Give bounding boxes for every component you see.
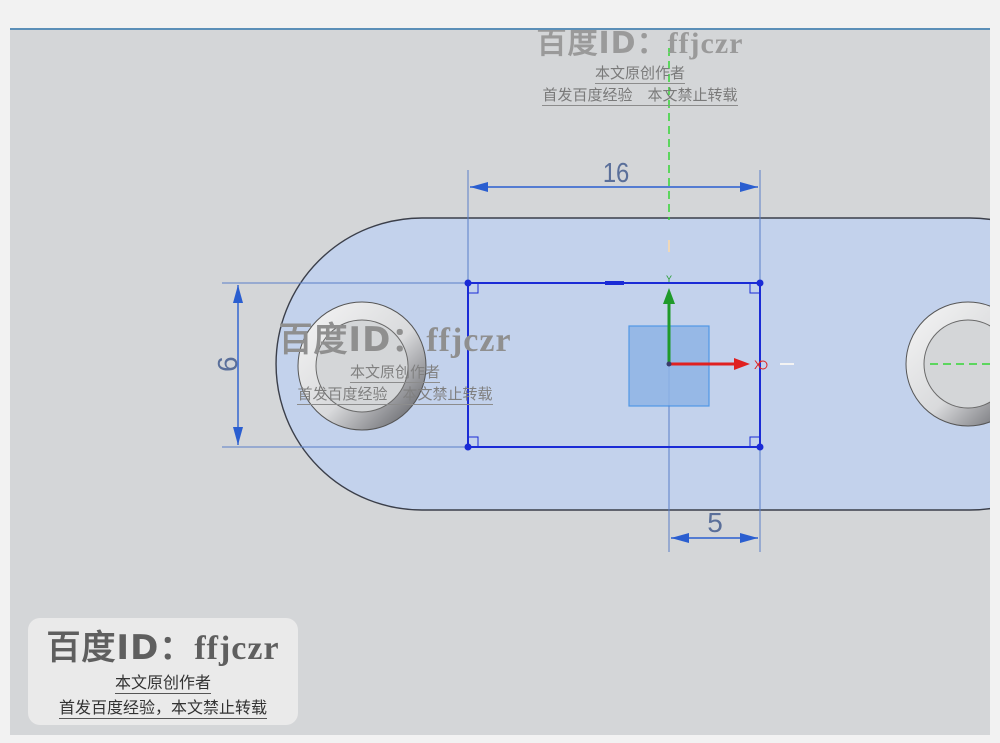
height-dimension-label[interactable]: 9 <box>212 356 243 372</box>
watermark-bottom-left: 百度ID：ffjczr 本文原创作者 首发百度经验，本文禁止转载 <box>28 618 298 725</box>
width-dimension-label[interactable]: 16 <box>603 156 629 188</box>
watermark-id: 百度ID：ffjczr <box>46 628 280 668</box>
watermark-id: 百度ID：ffjczr <box>278 320 512 360</box>
y-axis-label: Y <box>666 274 672 284</box>
watermark-line1: 本文原创作者 <box>349 363 440 383</box>
watermark-middle: 百度ID：ffjczr 本文原创作者 首发百度经验 本文禁止转载 <box>260 312 530 405</box>
offset-dimension[interactable]: 5 <box>671 507 758 543</box>
watermark-line2: 首发百度经验 本文禁止转载 <box>297 385 493 405</box>
watermark-line2: 首发百度经验 本文禁止转载 <box>542 86 738 106</box>
offset-dimension-label[interactable]: 5 <box>707 507 723 538</box>
width-dimension[interactable]: 16 <box>470 156 758 192</box>
x-axis-label: X <box>754 358 762 372</box>
watermark-line1: 本文原创作者 <box>594 64 685 84</box>
watermark-id: 百度ID：ffjczr <box>536 28 744 61</box>
graphics-viewport[interactable]: 16 9 5 Y X 百度ID：ffjczr 本文原创作者 首发百度经验 本文禁… <box>10 28 990 735</box>
watermark-line1: 本文原创作者 <box>114 669 211 694</box>
height-dimension[interactable]: 9 <box>212 285 243 445</box>
watermark-line2: 首发百度经验，本文禁止转载 <box>58 694 267 719</box>
watermark-top: 百度ID：ffjczr 本文原创作者 首发百度经验 本文禁止转载 <box>500 28 780 106</box>
